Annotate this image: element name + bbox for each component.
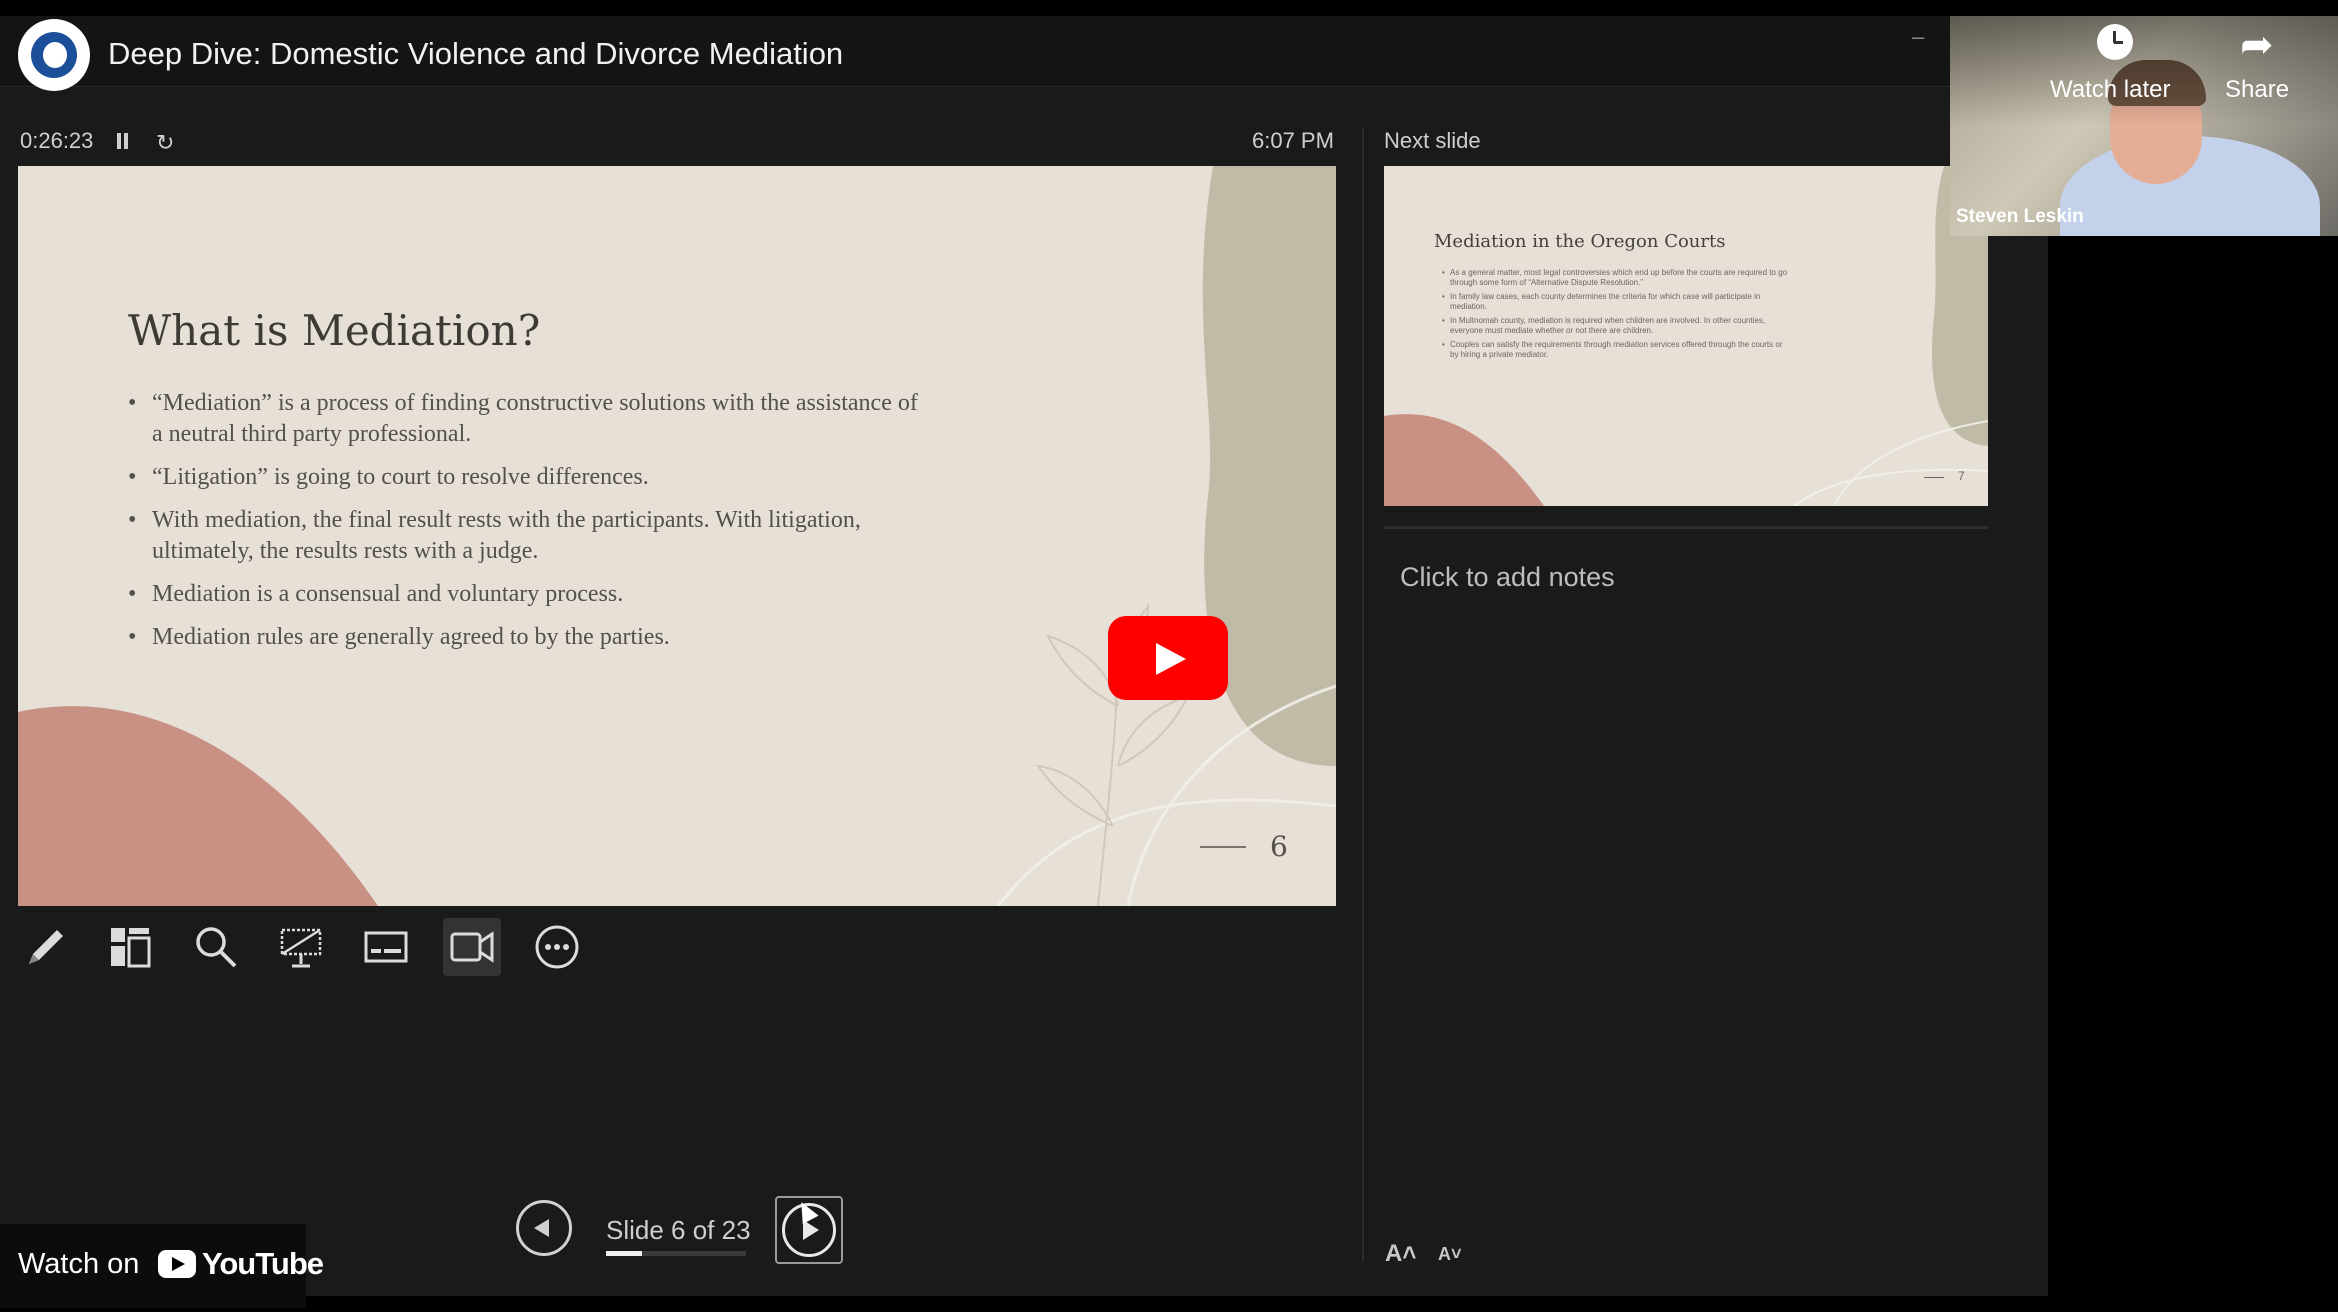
watch-later-icon[interactable]	[2097, 24, 2133, 60]
participant-name: Steven Leskin	[1956, 206, 2084, 227]
increase-font-button[interactable]: A˄	[1385, 1240, 1416, 1268]
share-icon[interactable]: ➦	[2240, 22, 2274, 68]
reset-timer-icon[interactable]: ↻	[156, 130, 174, 156]
slide-bullet-list: “Mediation” is a process of finding cons…	[128, 388, 932, 665]
slide-bullet: Mediation is a consensual and voluntary …	[128, 579, 932, 610]
youtube-play-button[interactable]	[1108, 616, 1228, 700]
slide-number-dash	[1200, 846, 1246, 848]
pen-icon	[29, 930, 63, 964]
clock-time: 6:07 PM	[1252, 128, 1334, 153]
slides-grid-icon	[111, 928, 151, 968]
pause-icon[interactable]	[117, 133, 129, 149]
next-slide-bullet: In family law cases, each county determi…	[1442, 292, 1790, 312]
camera-icon	[450, 931, 494, 963]
slide-bullet: Mediation rules are generally agreed to …	[128, 622, 932, 653]
minimize-icon: –	[1912, 24, 1925, 49]
slide-bullet: “Mediation” is a process of finding cons…	[128, 388, 932, 450]
decrease-font-button[interactable]: A˅	[1438, 1244, 1462, 1265]
slide-progress-fill	[606, 1251, 643, 1256]
next-slide-bullet: Couples can satisfy the requirements thr…	[1442, 340, 1790, 360]
next-slide-label: Next slide	[1384, 128, 1481, 153]
current-slide: What is Mediation? “Mediation” is a proc…	[18, 166, 1336, 906]
subtitles-icon	[364, 931, 408, 963]
camera-toggle-button[interactable]	[443, 918, 501, 976]
watch-on-label[interactable]: Watch on	[18, 1248, 139, 1281]
notes-separator	[1384, 526, 1988, 529]
zoom-button[interactable]	[187, 918, 245, 976]
black-screen-button[interactable]	[272, 918, 330, 976]
more-options-button[interactable]	[528, 918, 586, 976]
slide-bullet: “Litigation” is going to court to resolv…	[128, 462, 932, 493]
slide-progress-bar	[606, 1251, 746, 1256]
more-options-icon	[535, 925, 579, 969]
youtube-wordmark[interactable]: YouTube	[202, 1246, 324, 1282]
see-all-slides-button[interactable]	[101, 918, 159, 976]
video-title[interactable]: Deep Dive: Domestic Violence and Divorce…	[108, 36, 843, 72]
pane-divider[interactable]	[1362, 128, 1364, 1262]
overlay-shade	[1950, 16, 2338, 126]
youtube-logo-icon[interactable]	[158, 1250, 196, 1278]
pen-tool-button[interactable]	[17, 918, 75, 976]
next-slide-bullet: In Multnomah county, mediation is requir…	[1442, 316, 1790, 336]
channel-logo[interactable]	[18, 19, 90, 91]
next-slide-thumbnail[interactable]: Mediation in the Oregon Courts As a gene…	[1384, 166, 1988, 506]
next-slide-number-dash	[1924, 477, 1944, 478]
watch-later-button[interactable]: Watch later	[2050, 76, 2170, 104]
zoom-icon	[196, 927, 237, 968]
speaker-notes[interactable]: Click to add notes	[1400, 562, 1615, 593]
next-slide-number: 7	[1958, 469, 1965, 483]
share-button[interactable]: Share	[2225, 76, 2289, 104]
slide-number: 6	[1270, 830, 1288, 863]
elapsed-timer: 0:26:23	[20, 128, 94, 153]
next-slide-bullet: As a general matter, most legal controve…	[1442, 268, 1790, 288]
slide-counter: Slide 6 of 23	[606, 1215, 751, 1245]
next-slide-title: Mediation in the Oregon Courts	[1434, 231, 1726, 252]
laser-pointer-icon	[280, 928, 322, 968]
previous-slide-button[interactable]	[516, 1200, 572, 1256]
subtitles-button[interactable]	[357, 918, 415, 976]
next-slide-bullet-list: As a general matter, most legal controve…	[1442, 268, 1790, 364]
slide-bullet: With mediation, the final result rests w…	[128, 505, 932, 567]
slide-title: What is Mediation?	[128, 306, 541, 355]
